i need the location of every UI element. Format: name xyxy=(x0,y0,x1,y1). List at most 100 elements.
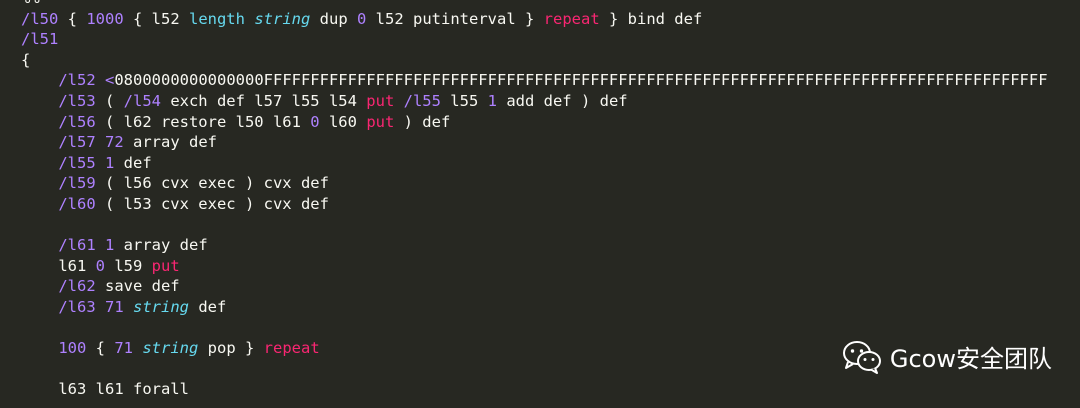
code-token: string xyxy=(254,9,311,28)
code-token: /l61 xyxy=(58,236,96,255)
code-line[interactable] xyxy=(0,318,1080,339)
code-token: ( xyxy=(95,91,124,110)
code-token: l52 putinterval } xyxy=(366,9,544,28)
code-token: ( l62 restore l50 l61 xyxy=(95,112,311,131)
code-token: 0 xyxy=(357,9,367,28)
code-token: /l55 xyxy=(403,91,441,110)
code-token: l55 xyxy=(440,91,488,110)
code-token: save def xyxy=(95,277,180,296)
code-token: /l51 xyxy=(21,30,59,49)
code-line[interactable]: /l60 ( l53 cvx exec ) cvx def xyxy=(0,194,1080,215)
code-token: string xyxy=(142,339,199,358)
code-token: 1 xyxy=(105,236,115,255)
code-token: def xyxy=(114,153,152,172)
wechat-icon xyxy=(842,340,882,374)
code-token: dup xyxy=(310,9,357,28)
code-token: /l55 xyxy=(58,153,96,172)
code-token: l61 xyxy=(21,256,96,275)
code-token: ( l53 cvx exec ) cvx def xyxy=(95,194,329,213)
code-line[interactable]: /l59 ( l56 cvx exec ) cvx def xyxy=(0,173,1080,194)
watermark: Gcow安全团队 xyxy=(842,339,1052,374)
code-line[interactable]: { xyxy=(0,50,1080,71)
code-token: put xyxy=(366,112,395,131)
code-token: 100 xyxy=(58,339,87,358)
code-token: { l52 xyxy=(123,9,189,28)
code-token: 0 xyxy=(95,256,105,275)
code-token: array def xyxy=(114,236,208,255)
code-line[interactable]: /l57 72 array def xyxy=(0,132,1080,153)
code-token: ----------------------------------------… xyxy=(49,0,1080,7)
code-token: 1000 xyxy=(86,9,124,28)
code-token: { xyxy=(58,9,87,28)
code-token: 0 xyxy=(310,112,320,131)
code-token: /l62 xyxy=(58,277,96,296)
code-token: string xyxy=(133,297,190,316)
watermark-text: Gcow安全团队 xyxy=(889,345,1052,373)
code-token: ) def xyxy=(394,112,451,131)
code-line[interactable]: /l55 1 def xyxy=(0,153,1080,174)
code-token: repeat xyxy=(263,339,320,358)
code-line[interactable]: /l50 { 1000 { l52 length string dup 0 l5… xyxy=(0,9,1080,30)
code-token: 1 xyxy=(487,91,497,110)
code-token: < xyxy=(105,71,115,90)
code-token: 72 xyxy=(105,133,124,152)
code-token: %% xyxy=(21,0,49,7)
code-token: 71 xyxy=(105,297,124,316)
code-token: /l54 xyxy=(123,91,161,110)
code-line[interactable]: /l62 save def xyxy=(0,276,1080,297)
code-token: repeat xyxy=(543,9,600,28)
code-token: /l60 xyxy=(58,194,96,213)
code-token: put xyxy=(366,91,395,110)
code-line[interactable]: l63 l61 forall xyxy=(0,379,1080,400)
code-token: { xyxy=(21,50,31,69)
code-line[interactable]: /l53 ( /l54 exch def l57 l55 l54 put /l5… xyxy=(0,91,1080,112)
code-token: /l57 xyxy=(58,133,96,152)
code-token: add def ) def xyxy=(496,91,628,110)
code-token: l60 xyxy=(319,112,367,131)
code-token: /l56 xyxy=(58,112,96,131)
code-line[interactable]: /l63 71 string def xyxy=(0,297,1080,318)
code-token: l59 xyxy=(105,256,152,275)
code-token: ( l56 cvx exec ) cvx def xyxy=(95,174,329,193)
code-token: /l50 xyxy=(21,9,59,28)
code-token: exch def l57 l55 l54 xyxy=(160,91,367,110)
code-token: 0800000000000000FFFFFFFFFFFFFFFFFFFFFFFF… xyxy=(114,71,1048,90)
code-token: /l53 xyxy=(58,91,96,110)
code-token: /l52 xyxy=(58,71,96,90)
code-token: def xyxy=(189,297,227,316)
code-token: put xyxy=(151,256,180,275)
code-token: pop } xyxy=(198,339,264,358)
code-line[interactable]: /l51 xyxy=(0,29,1080,50)
code-token: array def xyxy=(123,133,217,152)
code-token: { xyxy=(86,339,115,358)
code-line[interactable]: /l61 1 array def xyxy=(0,235,1080,256)
code-token: 1 xyxy=(105,153,115,172)
code-line[interactable]: l61 0 l59 put xyxy=(0,256,1080,277)
code-line[interactable] xyxy=(0,215,1080,236)
code-line[interactable]: %% -------------------------------------… xyxy=(0,0,1080,9)
code-token: 71 xyxy=(114,339,133,358)
code-token: } bind def xyxy=(599,9,703,28)
code-token: /l59 xyxy=(58,174,96,193)
code-line[interactable]: /l56 ( l62 restore l50 l61 0 l60 put ) d… xyxy=(0,112,1080,133)
code-line[interactable]: /l52 <0800000000000000FFFFFFFFFFFFFFFFFF… xyxy=(0,70,1080,91)
